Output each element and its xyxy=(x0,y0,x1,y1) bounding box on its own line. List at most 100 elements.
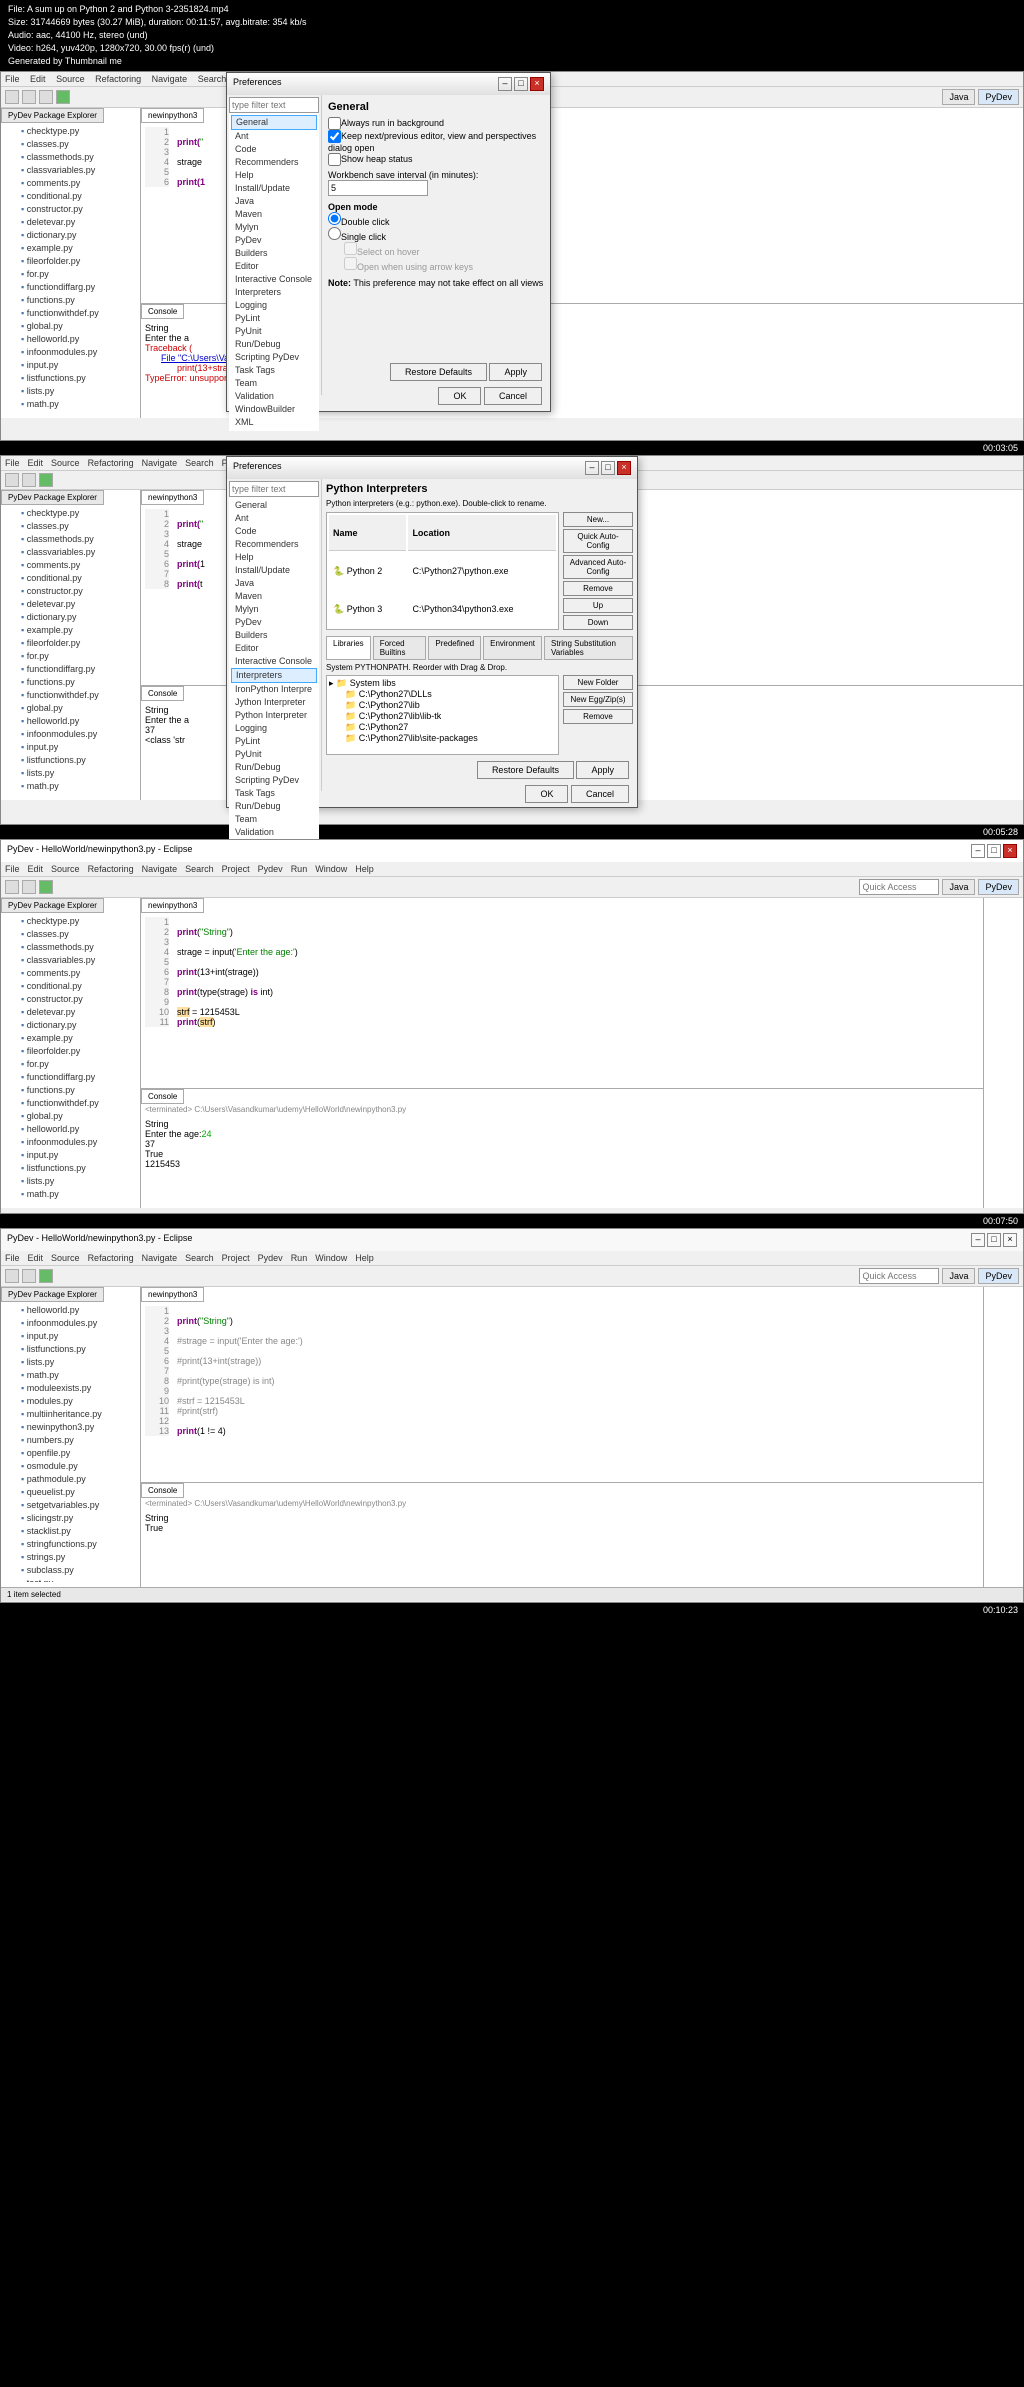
file-item[interactable]: constructor.py xyxy=(3,993,138,1006)
pref-tree-item[interactable]: Task Tags xyxy=(231,787,317,800)
menu-source[interactable]: Source xyxy=(56,74,85,84)
file-item[interactable]: stacklist.py xyxy=(3,1525,138,1538)
pref-tree-item[interactable]: PyLint xyxy=(231,735,317,748)
interp-row[interactable]: 🐍 Python 2 xyxy=(329,553,406,589)
lib-item[interactable]: 📁 C:\Python27 xyxy=(345,722,556,733)
file-item[interactable]: classmethods.py xyxy=(3,533,138,546)
pref-tree-item[interactable]: PyUnit xyxy=(231,325,317,338)
console-tab[interactable]: Console xyxy=(141,1089,184,1104)
pref-tree-item[interactable]: Logging xyxy=(231,299,317,312)
file-item[interactable]: moduleexists.py xyxy=(3,793,138,795)
menu-edit[interactable]: Edit xyxy=(28,1253,44,1263)
pref-tree-item[interactable]: Help xyxy=(231,551,317,564)
pref-tree-item[interactable]: Scripting PyDev xyxy=(231,774,317,787)
pref-tree-item[interactable]: Help xyxy=(231,169,317,182)
menu-refactoring[interactable]: Refactoring xyxy=(88,1253,134,1263)
lib-button[interactable]: New Egg/Zip(s) xyxy=(563,692,633,707)
lib-tab[interactable]: Forced Builtins xyxy=(373,636,427,660)
file-item[interactable]: functionwithdef.py xyxy=(3,307,138,320)
pref-tree-item[interactable]: Team xyxy=(231,813,317,826)
lib-button[interactable]: New Folder xyxy=(563,675,633,690)
menu-refactoring[interactable]: Refactoring xyxy=(88,458,134,468)
file-item[interactable]: lists.py xyxy=(3,1356,138,1369)
menu-file[interactable]: File xyxy=(5,74,20,84)
save-interval-input[interactable] xyxy=(328,180,428,196)
file-item[interactable]: constructor.py xyxy=(3,585,138,598)
file-item[interactable]: fileorfolder.py xyxy=(3,637,138,650)
menu-search[interactable]: Search xyxy=(198,74,227,84)
console-tab[interactable]: Console xyxy=(141,1483,184,1498)
file-item[interactable]: pathmodule.py xyxy=(3,1473,138,1486)
close-icon[interactable]: × xyxy=(617,461,631,475)
file-item[interactable]: lists.py xyxy=(3,1175,138,1188)
menu-source[interactable]: Source xyxy=(51,1253,80,1263)
pref-tree-item[interactable]: PyDev xyxy=(231,234,317,247)
file-item[interactable]: moduleexists.py xyxy=(3,1201,138,1203)
file-item[interactable]: comments.py xyxy=(3,559,138,572)
run-icon[interactable] xyxy=(56,90,70,104)
file-item[interactable]: math.py xyxy=(3,1369,138,1382)
file-item[interactable]: classvariables.py xyxy=(3,954,138,967)
editor-tab[interactable]: newinpython3 xyxy=(141,490,204,505)
file-item[interactable]: input.py xyxy=(3,741,138,754)
pref-tree-item[interactable]: Ant xyxy=(231,512,317,525)
file-item[interactable]: dictionary.py xyxy=(3,229,138,242)
min-icon[interactable]: – xyxy=(971,1233,985,1247)
pref-tree-item[interactable]: Editor xyxy=(231,642,317,655)
file-item[interactable]: osmodule.py xyxy=(3,1460,138,1473)
pref-tree-item[interactable]: Task Tags xyxy=(231,364,317,377)
interp-new-button[interactable]: New... xyxy=(563,512,633,527)
menu-help[interactable]: Help xyxy=(355,864,374,874)
save-icon[interactable] xyxy=(22,880,36,894)
pref-tree-item[interactable]: Install/Update xyxy=(231,564,317,577)
new-icon[interactable] xyxy=(5,1269,19,1283)
ok-button[interactable]: OK xyxy=(525,785,568,803)
file-item[interactable]: moduleexists.py xyxy=(3,411,138,413)
menu-refactoring[interactable]: Refactoring xyxy=(88,864,134,874)
chk-bg[interactable] xyxy=(328,117,341,130)
file-item[interactable]: deletevar.py xyxy=(3,216,138,229)
run-icon[interactable] xyxy=(39,880,53,894)
file-item[interactable]: test.py xyxy=(3,1577,138,1582)
persp-pydev[interactable]: PyDev xyxy=(978,879,1019,895)
save-icon[interactable] xyxy=(22,1269,36,1283)
interp-row[interactable]: 🐍 Python 3 xyxy=(329,591,406,627)
menu-pydev[interactable]: Pydev xyxy=(258,1253,283,1263)
pref-tree-item[interactable]: Interpreters xyxy=(231,668,317,683)
file-item[interactable]: constructor.py xyxy=(3,203,138,216)
pref-tree-item[interactable]: WindowBuilder xyxy=(231,403,317,416)
menu-run[interactable]: Run xyxy=(291,864,308,874)
pref-tree-item[interactable]: Jython Interpreter xyxy=(231,696,317,709)
file-item[interactable]: global.py xyxy=(3,320,138,333)
file-item[interactable]: setgetvariables.py xyxy=(3,1499,138,1512)
file-item[interactable]: example.py xyxy=(3,624,138,637)
max-icon[interactable]: □ xyxy=(987,844,1001,858)
menu-edit[interactable]: Edit xyxy=(28,864,44,874)
file-item[interactable]: checktype.py xyxy=(3,915,138,928)
lib-button[interactable]: Remove xyxy=(563,709,633,724)
menu-search[interactable]: Search xyxy=(185,1253,214,1263)
file-item[interactable]: classes.py xyxy=(3,520,138,533)
file-item[interactable]: functions.py xyxy=(3,676,138,689)
pref-tree-item[interactable]: Validation xyxy=(231,826,317,839)
pref-tree-item[interactable]: Run/Debug xyxy=(231,761,317,774)
pref-tree-item[interactable]: IronPython Interpre xyxy=(231,683,317,696)
file-item[interactable]: listfunctions.py xyxy=(3,754,138,767)
run-icon[interactable] xyxy=(39,473,53,487)
menu-navigate[interactable]: Navigate xyxy=(142,864,178,874)
pref-tree-item[interactable]: Builders xyxy=(231,247,317,260)
persp-pydev[interactable]: PyDev xyxy=(978,89,1019,105)
pref-tree-item[interactable]: PyDev xyxy=(231,616,317,629)
close-icon[interactable]: × xyxy=(1003,844,1017,858)
ok-button[interactable]: OK xyxy=(438,387,481,405)
apply-button[interactable]: Apply xyxy=(576,761,629,779)
file-item[interactable]: lists.py xyxy=(3,767,138,780)
pref-tree-item[interactable]: Java xyxy=(231,577,317,590)
menu-navigate[interactable]: Navigate xyxy=(152,74,188,84)
col-loc[interactable]: Location xyxy=(408,515,556,551)
file-item[interactable]: dictionary.py xyxy=(3,1019,138,1032)
file-item[interactable]: newinpython3.py xyxy=(3,1421,138,1434)
file-item[interactable]: fileorfolder.py xyxy=(3,255,138,268)
pref-tree-item[interactable]: General xyxy=(231,115,317,130)
min-icon[interactable]: – xyxy=(498,77,512,91)
